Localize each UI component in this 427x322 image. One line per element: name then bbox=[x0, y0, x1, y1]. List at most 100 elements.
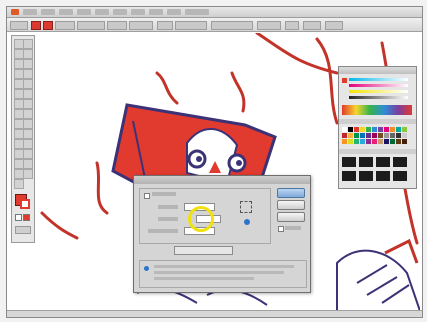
swatch[interactable] bbox=[396, 139, 401, 144]
swatch[interactable] bbox=[354, 127, 359, 132]
type-icon[interactable] bbox=[23, 59, 33, 69]
brush-preset[interactable] bbox=[342, 157, 356, 167]
swatch[interactable] bbox=[360, 133, 365, 138]
swatch[interactable] bbox=[396, 133, 401, 138]
menu-item[interactable] bbox=[41, 9, 55, 15]
swatch[interactable] bbox=[366, 127, 371, 132]
swatch[interactable] bbox=[390, 133, 395, 138]
position-fields[interactable] bbox=[211, 21, 253, 30]
swatch[interactable] bbox=[396, 127, 401, 132]
swatch[interactable] bbox=[384, 127, 389, 132]
reference-point-icon[interactable] bbox=[240, 201, 252, 213]
copy-option-button[interactable] bbox=[174, 246, 233, 255]
default-colors-icon[interactable] bbox=[15, 214, 22, 221]
brush-preset[interactable] bbox=[376, 171, 390, 181]
brush-preset[interactable] bbox=[393, 157, 407, 167]
menu-item[interactable] bbox=[113, 9, 127, 15]
menu-item[interactable] bbox=[77, 9, 91, 15]
swatch[interactable] bbox=[342, 133, 347, 138]
brush-preset[interactable] bbox=[359, 157, 373, 167]
swatch[interactable] bbox=[378, 133, 383, 138]
isolate-button[interactable] bbox=[303, 21, 321, 30]
style-dropdown[interactable] bbox=[107, 21, 127, 30]
magenta-slider[interactable] bbox=[349, 84, 408, 87]
stroke-color-swatch[interactable] bbox=[43, 21, 53, 30]
blend-icon[interactable] bbox=[23, 139, 33, 149]
cyan-slider[interactable] bbox=[349, 78, 408, 81]
eraser-icon[interactable] bbox=[23, 89, 33, 99]
lasso-icon[interactable] bbox=[23, 49, 33, 59]
swatch[interactable] bbox=[384, 133, 389, 138]
copy-button[interactable] bbox=[277, 212, 305, 222]
swatch[interactable] bbox=[372, 133, 377, 138]
menu-item[interactable] bbox=[185, 9, 209, 15]
swatch[interactable] bbox=[390, 127, 395, 132]
swatch[interactable] bbox=[354, 133, 359, 138]
panel-fill-swatch[interactable] bbox=[342, 78, 347, 83]
swatch[interactable] bbox=[366, 133, 371, 138]
swatch[interactable] bbox=[384, 139, 389, 144]
preview-checkbox[interactable] bbox=[278, 226, 284, 232]
swatch[interactable] bbox=[402, 127, 407, 132]
radio-option[interactable] bbox=[244, 219, 250, 225]
arrange-button[interactable] bbox=[325, 21, 343, 30]
swatch[interactable] bbox=[372, 139, 377, 144]
pencil-icon[interactable] bbox=[23, 79, 33, 89]
scale-icon[interactable] bbox=[23, 99, 33, 109]
fill-color-swatch[interactable] bbox=[31, 21, 41, 30]
brush-preset[interactable] bbox=[342, 171, 356, 181]
swatch[interactable] bbox=[348, 127, 353, 132]
direct-selection-tool-icon[interactable] bbox=[23, 39, 33, 49]
dialog-title[interactable] bbox=[134, 176, 310, 184]
menu-item[interactable] bbox=[59, 9, 73, 15]
rectangle-icon[interactable] bbox=[23, 69, 33, 79]
swatch[interactable] bbox=[348, 133, 353, 138]
size-fields[interactable] bbox=[257, 21, 281, 30]
menu-item[interactable] bbox=[149, 9, 163, 15]
swatch[interactable] bbox=[402, 139, 407, 144]
gradient-icon[interactable] bbox=[23, 129, 33, 139]
swatch[interactable] bbox=[390, 139, 395, 144]
align-buttons[interactable] bbox=[157, 21, 173, 30]
free-transform-icon[interactable] bbox=[23, 109, 33, 119]
cancel-button[interactable] bbox=[277, 200, 305, 210]
swatch[interactable] bbox=[342, 139, 347, 144]
opacity-field[interactable] bbox=[129, 21, 153, 30]
menu-item[interactable] bbox=[131, 9, 145, 15]
screen-mode-icon[interactable] bbox=[15, 226, 31, 234]
color-spectrum[interactable] bbox=[342, 105, 412, 115]
option-checkbox[interactable] bbox=[144, 193, 150, 199]
black-slider[interactable] bbox=[349, 96, 408, 99]
swatch[interactable] bbox=[402, 133, 407, 138]
swatch[interactable] bbox=[348, 139, 353, 144]
swatch[interactable] bbox=[342, 127, 347, 132]
graph-icon[interactable] bbox=[23, 119, 33, 129]
stroke-weight-dropdown[interactable] bbox=[55, 21, 75, 30]
menu-item[interactable] bbox=[167, 9, 181, 15]
transform-fields[interactable] bbox=[175, 21, 207, 30]
swatch[interactable] bbox=[378, 127, 383, 132]
brush-preset[interactable] bbox=[393, 171, 407, 181]
hand-icon[interactable] bbox=[23, 169, 33, 179]
swatch[interactable] bbox=[354, 139, 359, 144]
brush-preset[interactable] bbox=[359, 171, 373, 181]
ok-button[interactable] bbox=[277, 188, 305, 198]
swatch[interactable] bbox=[366, 139, 371, 144]
live-paint-selection-icon[interactable] bbox=[23, 149, 33, 159]
swap-colors-icon[interactable] bbox=[23, 214, 30, 221]
stroke-swatch[interactable] bbox=[20, 199, 30, 209]
brush-dropdown[interactable] bbox=[77, 21, 105, 30]
swatches-tab[interactable] bbox=[339, 119, 416, 124]
swatch[interactable] bbox=[378, 139, 383, 144]
brush-preset[interactable] bbox=[376, 157, 390, 167]
swatch[interactable] bbox=[372, 127, 377, 132]
panel-titlebar[interactable] bbox=[339, 67, 416, 74]
swatch[interactable] bbox=[360, 127, 365, 132]
yellow-slider[interactable] bbox=[349, 90, 408, 93]
constrain-button[interactable] bbox=[285, 21, 299, 30]
menu-item[interactable] bbox=[23, 9, 37, 15]
menu-item[interactable] bbox=[95, 9, 109, 15]
slice-icon[interactable] bbox=[23, 159, 33, 169]
swatch[interactable] bbox=[360, 139, 365, 144]
brushes-tab[interactable] bbox=[339, 149, 416, 154]
